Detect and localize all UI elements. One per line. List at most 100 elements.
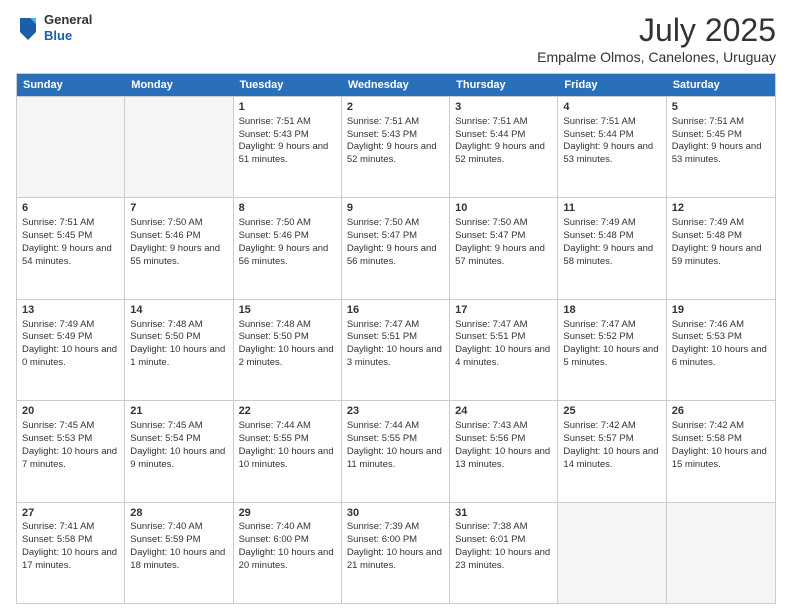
day-number: 29 bbox=[239, 506, 336, 521]
logo-blue: Blue bbox=[44, 28, 92, 44]
calendar-cell: 21Sunrise: 7:45 AMSunset: 5:54 PMDayligh… bbox=[125, 401, 233, 501]
daylight-text: Daylight: 10 hours and 2 minutes. bbox=[239, 344, 334, 368]
sunrise-text: Sunrise: 7:50 AM bbox=[455, 217, 527, 228]
sunrise-text: Sunrise: 7:49 AM bbox=[22, 319, 94, 330]
subtitle: Empalme Olmos, Canelones, Uruguay bbox=[537, 49, 776, 65]
daylight-text: Daylight: 10 hours and 3 minutes. bbox=[347, 344, 442, 368]
daylight-text: Daylight: 10 hours and 5 minutes. bbox=[563, 344, 658, 368]
sunset-text: Sunset: 5:51 PM bbox=[455, 331, 525, 342]
calendar-cell: 3Sunrise: 7:51 AMSunset: 5:44 PMDaylight… bbox=[450, 97, 558, 197]
sunset-text: Sunset: 5:43 PM bbox=[239, 129, 309, 140]
day-number: 30 bbox=[347, 506, 444, 521]
daylight-text: Daylight: 10 hours and 10 minutes. bbox=[239, 446, 334, 470]
calendar-cell: 18Sunrise: 7:47 AMSunset: 5:52 PMDayligh… bbox=[558, 300, 666, 400]
logo-general: General bbox=[44, 12, 92, 28]
daylight-text: Daylight: 10 hours and 15 minutes. bbox=[672, 446, 767, 470]
sunrise-text: Sunrise: 7:50 AM bbox=[130, 217, 202, 228]
calendar-cell: 15Sunrise: 7:48 AMSunset: 5:50 PMDayligh… bbox=[234, 300, 342, 400]
sunrise-text: Sunrise: 7:42 AM bbox=[563, 420, 635, 431]
sunrise-text: Sunrise: 7:49 AM bbox=[672, 217, 744, 228]
calendar-body: 1Sunrise: 7:51 AMSunset: 5:43 PMDaylight… bbox=[17, 96, 775, 603]
title-block: July 2025 Empalme Olmos, Canelones, Urug… bbox=[537, 12, 776, 65]
sunrise-text: Sunrise: 7:48 AM bbox=[130, 319, 202, 330]
day-number: 10 bbox=[455, 201, 552, 216]
calendar-cell: 26Sunrise: 7:42 AMSunset: 5:58 PMDayligh… bbox=[667, 401, 775, 501]
day-number: 1 bbox=[239, 100, 336, 115]
calendar-cell: 16Sunrise: 7:47 AMSunset: 5:51 PMDayligh… bbox=[342, 300, 450, 400]
sunset-text: Sunset: 5:57 PM bbox=[563, 433, 633, 444]
daylight-text: Daylight: 9 hours and 52 minutes. bbox=[347, 141, 437, 165]
sunset-text: Sunset: 5:52 PM bbox=[563, 331, 633, 342]
daylight-text: Daylight: 10 hours and 9 minutes. bbox=[130, 446, 225, 470]
logo-icon bbox=[16, 14, 40, 42]
calendar-cell: 5Sunrise: 7:51 AMSunset: 5:45 PMDaylight… bbox=[667, 97, 775, 197]
daylight-text: Daylight: 9 hours and 53 minutes. bbox=[672, 141, 762, 165]
calendar-cell: 17Sunrise: 7:47 AMSunset: 5:51 PMDayligh… bbox=[450, 300, 558, 400]
daylight-text: Daylight: 9 hours and 53 minutes. bbox=[563, 141, 653, 165]
daylight-text: Daylight: 10 hours and 4 minutes. bbox=[455, 344, 550, 368]
day-number: 15 bbox=[239, 303, 336, 318]
calendar-cell: 22Sunrise: 7:44 AMSunset: 5:55 PMDayligh… bbox=[234, 401, 342, 501]
sunset-text: Sunset: 5:55 PM bbox=[347, 433, 417, 444]
weekday-header: Saturday bbox=[667, 74, 775, 96]
daylight-text: Daylight: 10 hours and 23 minutes. bbox=[455, 547, 550, 571]
day-number: 24 bbox=[455, 404, 552, 419]
calendar-row: 27Sunrise: 7:41 AMSunset: 5:58 PMDayligh… bbox=[17, 502, 775, 603]
sunrise-text: Sunrise: 7:51 AM bbox=[239, 116, 311, 127]
daylight-text: Daylight: 9 hours and 54 minutes. bbox=[22, 243, 112, 267]
day-number: 23 bbox=[347, 404, 444, 419]
daylight-text: Daylight: 10 hours and 21 minutes. bbox=[347, 547, 442, 571]
calendar-cell bbox=[667, 503, 775, 603]
calendar-cell: 13Sunrise: 7:49 AMSunset: 5:49 PMDayligh… bbox=[17, 300, 125, 400]
sunset-text: Sunset: 5:50 PM bbox=[239, 331, 309, 342]
calendar-cell: 11Sunrise: 7:49 AMSunset: 5:48 PMDayligh… bbox=[558, 198, 666, 298]
daylight-text: Daylight: 10 hours and 6 minutes. bbox=[672, 344, 767, 368]
sunset-text: Sunset: 5:51 PM bbox=[347, 331, 417, 342]
calendar-cell: 27Sunrise: 7:41 AMSunset: 5:58 PMDayligh… bbox=[17, 503, 125, 603]
weekday-header: Monday bbox=[125, 74, 233, 96]
day-number: 17 bbox=[455, 303, 552, 318]
daylight-text: Daylight: 10 hours and 17 minutes. bbox=[22, 547, 117, 571]
day-number: 2 bbox=[347, 100, 444, 115]
sunset-text: Sunset: 5:58 PM bbox=[22, 534, 92, 545]
calendar-cell: 29Sunrise: 7:40 AMSunset: 6:00 PMDayligh… bbox=[234, 503, 342, 603]
daylight-text: Daylight: 10 hours and 11 minutes. bbox=[347, 446, 442, 470]
calendar-row: 6Sunrise: 7:51 AMSunset: 5:45 PMDaylight… bbox=[17, 197, 775, 298]
day-number: 9 bbox=[347, 201, 444, 216]
day-number: 19 bbox=[672, 303, 770, 318]
sunset-text: Sunset: 5:48 PM bbox=[563, 230, 633, 241]
day-number: 14 bbox=[130, 303, 227, 318]
day-number: 27 bbox=[22, 506, 119, 521]
calendar-cell: 2Sunrise: 7:51 AMSunset: 5:43 PMDaylight… bbox=[342, 97, 450, 197]
sunset-text: Sunset: 6:00 PM bbox=[239, 534, 309, 545]
sunset-text: Sunset: 6:01 PM bbox=[455, 534, 525, 545]
day-number: 18 bbox=[563, 303, 660, 318]
calendar-cell bbox=[17, 97, 125, 197]
sunrise-text: Sunrise: 7:47 AM bbox=[347, 319, 419, 330]
day-number: 13 bbox=[22, 303, 119, 318]
sunset-text: Sunset: 5:45 PM bbox=[672, 129, 742, 140]
calendar-cell: 8Sunrise: 7:50 AMSunset: 5:46 PMDaylight… bbox=[234, 198, 342, 298]
calendar-cell: 10Sunrise: 7:50 AMSunset: 5:47 PMDayligh… bbox=[450, 198, 558, 298]
sunset-text: Sunset: 5:47 PM bbox=[455, 230, 525, 241]
sunrise-text: Sunrise: 7:39 AM bbox=[347, 521, 419, 532]
sunrise-text: Sunrise: 7:49 AM bbox=[563, 217, 635, 228]
calendar-row: 13Sunrise: 7:49 AMSunset: 5:49 PMDayligh… bbox=[17, 299, 775, 400]
day-number: 5 bbox=[672, 100, 770, 115]
daylight-text: Daylight: 10 hours and 14 minutes. bbox=[563, 446, 658, 470]
sunrise-text: Sunrise: 7:45 AM bbox=[130, 420, 202, 431]
sunrise-text: Sunrise: 7:50 AM bbox=[347, 217, 419, 228]
day-number: 8 bbox=[239, 201, 336, 216]
sunrise-text: Sunrise: 7:51 AM bbox=[347, 116, 419, 127]
sunrise-text: Sunrise: 7:40 AM bbox=[130, 521, 202, 532]
calendar-header: SundayMondayTuesdayWednesdayThursdayFrid… bbox=[17, 74, 775, 96]
day-number: 26 bbox=[672, 404, 770, 419]
calendar-cell: 19Sunrise: 7:46 AMSunset: 5:53 PMDayligh… bbox=[667, 300, 775, 400]
day-number: 25 bbox=[563, 404, 660, 419]
day-number: 4 bbox=[563, 100, 660, 115]
weekday-header: Thursday bbox=[450, 74, 558, 96]
daylight-text: Daylight: 9 hours and 58 minutes. bbox=[563, 243, 653, 267]
sunrise-text: Sunrise: 7:44 AM bbox=[239, 420, 311, 431]
daylight-text: Daylight: 10 hours and 7 minutes. bbox=[22, 446, 117, 470]
day-number: 28 bbox=[130, 506, 227, 521]
